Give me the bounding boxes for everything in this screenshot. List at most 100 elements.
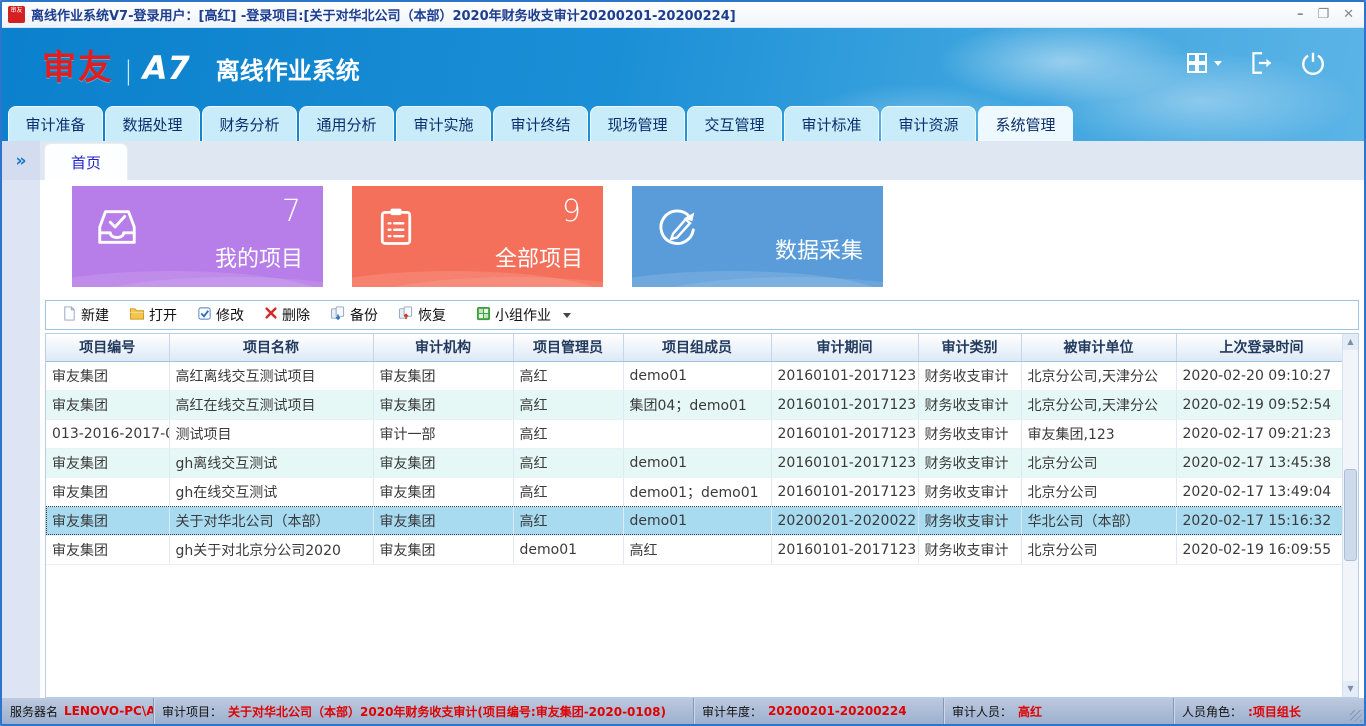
edit-button[interactable]: 修改: [189, 302, 252, 328]
table-cell: 财务收支审计: [918, 477, 1021, 506]
table-cell: 审友集团: [373, 390, 513, 419]
column-header[interactable]: 审计期间: [771, 334, 918, 361]
menu-tab-2[interactable]: 数据处理: [105, 106, 200, 141]
table-cell: 20160101-2017123: [771, 361, 918, 390]
table-cell: 财务收支审计: [918, 419, 1021, 448]
table-cell: 高红: [513, 390, 623, 419]
menu-tab-10[interactable]: 审计资源: [881, 106, 976, 141]
table-cell: gh关于对北京分公司2020: [169, 535, 373, 564]
restore-button[interactable]: 恢复: [390, 302, 454, 328]
table-row[interactable]: 审友集团高红在线交互测试项目审友集团高红集团04；demo0120160101-…: [46, 390, 1347, 419]
column-header[interactable]: 项目组成员: [623, 334, 771, 361]
table-cell: 审友集团: [46, 506, 169, 535]
table-row[interactable]: 审友集团高红离线交互测试项目审友集团高红demo0120160101-20171…: [46, 361, 1347, 390]
table-cell: 北京分公司,天津分公: [1021, 390, 1176, 419]
resize-grip[interactable]: [1350, 710, 1362, 722]
menu-tab-6[interactable]: 审计终结: [493, 106, 588, 141]
table-cell: 审友集团: [46, 535, 169, 564]
table-row[interactable]: 审友集团gh离线交互测试审友集团高红demo0120160101-2017123…: [46, 448, 1347, 477]
minimize-button[interactable]: –: [1297, 7, 1304, 23]
table-vertical-scrollbar[interactable]: ▲ ▼: [1342, 334, 1358, 697]
logout-icon[interactable]: [1248, 50, 1274, 76]
open-button-label: 打开: [149, 305, 177, 325]
table-cell: 高红: [513, 448, 623, 477]
card-all-projects[interactable]: 9 全部项目: [352, 186, 603, 287]
audit-project-label: 审计项目：: [162, 703, 222, 720]
menu-tab-3[interactable]: 财务分析: [202, 106, 297, 141]
column-header[interactable]: 项目管理员: [513, 334, 623, 361]
data-collect-label: 数据采集: [775, 233, 863, 265]
project-toolbar: 新建 打开 修改 删除 备份: [45, 300, 1359, 330]
card-my-projects[interactable]: 7 我的项目: [72, 186, 323, 287]
open-button[interactable]: 打开: [121, 302, 185, 328]
scroll-down-icon[interactable]: ▼: [1343, 681, 1358, 697]
menu-tab-4[interactable]: 通用分析: [299, 106, 394, 141]
brand-cn: 审友: [42, 40, 114, 89]
apps-grid-icon[interactable]: [1185, 51, 1222, 75]
menu-tab-9[interactable]: 审计标准: [784, 106, 879, 141]
maximize-button[interactable]: ❐: [1317, 7, 1329, 23]
table-cell: 20160101-2017123: [771, 535, 918, 564]
content-area: 7 我的项目 9 全部项目: [2, 180, 1364, 698]
close-button[interactable]: ✕: [1343, 7, 1354, 23]
table-cell: 测试项目: [169, 419, 373, 448]
menu-tab-5[interactable]: 审计实施: [396, 106, 491, 141]
menu-tab-7[interactable]: 现场管理: [590, 106, 685, 141]
scrollbar-thumb[interactable]: [1344, 469, 1357, 561]
table-row[interactable]: 审友集团gh关于对北京分公司2020审友集团demo01高红20160101-2…: [46, 535, 1347, 564]
restore-button-label: 恢复: [418, 305, 446, 325]
table-cell: [623, 419, 771, 448]
auditor-label: 审计人员：: [952, 703, 1012, 720]
table-cell: 华北公司（本部）: [1021, 506, 1176, 535]
table-cell: demo01；demo01: [623, 477, 771, 506]
backup-button[interactable]: 备份: [322, 302, 386, 328]
scroll-up-icon[interactable]: ▲: [1343, 334, 1358, 350]
table-cell: 北京分公司: [1021, 448, 1176, 477]
edit-button-label: 修改: [216, 305, 244, 325]
menu-tab-1[interactable]: 审计准备: [8, 106, 103, 141]
table-cell: 北京分公司,天津分公: [1021, 361, 1176, 390]
menu-tab-8[interactable]: 交互管理: [687, 106, 782, 141]
tab-home[interactable]: 首页: [44, 143, 128, 180]
edit-circle-icon: [654, 204, 700, 254]
column-header[interactable]: 审计机构: [373, 334, 513, 361]
table-row[interactable]: 审友集团gh在线交互测试审友集团高红demo01；demo0120160101-…: [46, 477, 1347, 506]
window-title: 离线作业系统V7-登录用户：[高红] -登录项目:[关于对华北公司（本部）202…: [31, 5, 1297, 24]
table-cell: 审友集团: [373, 506, 513, 535]
table-cell: 审友集团: [46, 448, 169, 477]
table-cell: 2020-02-17 13:45:38: [1176, 448, 1347, 477]
server-value: LENOVO-PC\AudT;: [64, 704, 154, 718]
new-button[interactable]: 新建: [54, 302, 117, 328]
table-cell: 财务收支审计: [918, 535, 1021, 564]
menu-tab-11[interactable]: 系统管理: [978, 106, 1073, 141]
table-cell: 审友集团,123: [1021, 419, 1176, 448]
group-work-dropdown-icon[interactable]: [563, 313, 571, 318]
table-cell: demo01: [623, 506, 771, 535]
column-header[interactable]: 上次登录时间: [1176, 334, 1347, 361]
table-cell: 集团04；demo01: [623, 390, 771, 419]
new-doc-icon: [62, 306, 77, 325]
column-header[interactable]: 被审计单位: [1021, 334, 1176, 361]
table-cell: 审友集团: [373, 535, 513, 564]
power-icon[interactable]: [1300, 50, 1326, 76]
audit-year-value: 20200201-20200224: [768, 704, 907, 718]
table-row[interactable]: 013-2016-2017-0测试项目审计一部高红20160101-201712…: [46, 419, 1347, 448]
group-work-button[interactable]: 小组作业: [468, 302, 579, 328]
clipboard-list-icon: [374, 204, 418, 254]
table-cell: 高红: [513, 477, 623, 506]
card-data-collect[interactable]: 数据采集: [632, 186, 883, 287]
table-cell: 财务收支审计: [918, 390, 1021, 419]
group-work-icon: [476, 306, 491, 325]
my-projects-count: 7: [282, 194, 301, 229]
audit-project-value: 关于对华北公司（本部）2020年财务收支审计(项目编号:审友集团-2020-01…: [228, 703, 666, 720]
table-row[interactable]: 审友集团关于对华北公司（本部）审友集团高红demo0120200201-2020…: [46, 506, 1347, 535]
group-work-button-label: 小组作业: [495, 305, 551, 325]
delete-button[interactable]: 删除: [256, 302, 318, 328]
column-header[interactable]: 审计类别: [918, 334, 1021, 361]
collapse-sidebar-icon[interactable]: »: [2, 141, 40, 180]
table-cell: 财务收支审计: [918, 361, 1021, 390]
audit-year-label: 审计年度：: [702, 703, 762, 720]
column-header[interactable]: 项目名称: [169, 334, 373, 361]
column-header[interactable]: 项目编号: [46, 334, 169, 361]
delete-button-label: 删除: [282, 305, 310, 325]
